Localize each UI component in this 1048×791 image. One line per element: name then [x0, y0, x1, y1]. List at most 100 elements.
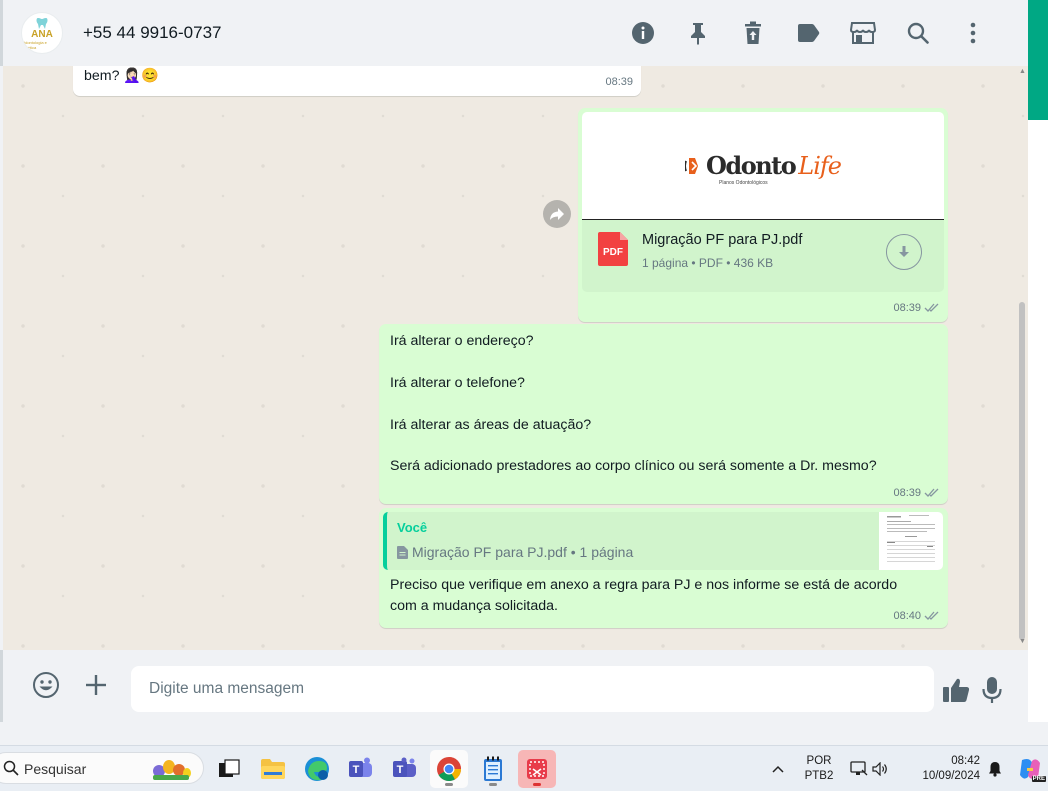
document-meta: 1 página • PDF • 436 KB — [642, 256, 774, 270]
task-view-icon — [219, 759, 240, 777]
taskbar-teams-work[interactable]: T — [342, 750, 380, 788]
taskbar-notepad[interactable] — [474, 750, 512, 788]
language-code: POR — [806, 755, 832, 767]
message-text: bem? 🤦🏻‍♀️😊 — [84, 68, 159, 84]
chat-area[interactable]: bem? 🤦🏻‍♀️😊 08:39 Odonto Life Planos Odon… — [3, 66, 1028, 650]
document-preview[interactable]: Odonto Life Planos Odontológicos — [582, 112, 944, 220]
taskbar-search-label: Pesquisar — [24, 761, 87, 777]
running-indicator — [533, 783, 541, 786]
quote-author: Você — [397, 520, 428, 535]
tooth-icon — [36, 18, 48, 29]
document-info[interactable]: PDF Migração PF para PJ.pdf 1 página • P… — [582, 220, 944, 292]
thumbs-up-button[interactable] — [940, 674, 972, 706]
clock-date: 10/09/2024 — [922, 770, 980, 782]
message-text: Irá alterar o endereço? Irá alterar o te… — [390, 333, 877, 475]
clock[interactable]: 08:42 10/09/2024 — [914, 754, 980, 784]
notepad-icon — [484, 756, 502, 781]
attach-button[interactable] — [81, 670, 111, 700]
volume-icon[interactable] — [872, 762, 888, 776]
download-button[interactable] — [886, 234, 922, 270]
message-time-text: 08:39 — [893, 302, 921, 314]
snipping-tool-icon — [527, 759, 547, 779]
scroll-down-arrow[interactable]: ▼ — [1019, 638, 1026, 645]
folder-icon — [261, 759, 285, 779]
forward-button[interactable] — [543, 200, 571, 228]
chat-scrollbar[interactable] — [1019, 302, 1025, 640]
taskbar-snipping-tool[interactable] — [518, 750, 556, 788]
quote-text: Migração PF para PJ.pdf • 1 página — [412, 544, 634, 560]
quote-thumbnail — [879, 512, 943, 570]
quoted-message[interactable]: Você Migração PF para PJ.pdf • 1 página — [383, 512, 943, 570]
double-check-icon — [924, 488, 939, 497]
taskbar: Pesquisar T T POR PTB2 08:42 10/09/2024 … — [0, 745, 1048, 791]
forward-icon — [550, 208, 564, 220]
flowers-icon — [153, 760, 191, 780]
taskbar-teams[interactable]: T — [386, 750, 424, 788]
message-document[interactable]: Odonto Life Planos Odontológicos PDF Migr… — [578, 108, 948, 322]
logo-text-life: Life — [798, 151, 842, 180]
input-language[interactable]: POR PTB2 — [802, 754, 836, 784]
odontolife-logo: Odonto Life — [685, 151, 842, 180]
message-outgoing[interactable]: Irá alterar o endereço? Irá alterar o te… — [379, 324, 948, 504]
message-text: Preciso que verifique em anexo a regra p… — [390, 577, 898, 614]
taskbar-search[interactable]: Pesquisar — [0, 752, 204, 784]
message-time: 08:40 — [893, 610, 940, 622]
store-icon[interactable] — [835, 18, 890, 48]
clock-time: 08:42 — [951, 755, 980, 767]
thumbs-up-icon — [943, 678, 970, 702]
info-icon[interactable] — [615, 18, 670, 48]
logo-mark-icon — [685, 157, 699, 174]
taskbar-chrome[interactable] — [430, 750, 468, 788]
message-time: 08:39 — [893, 487, 940, 499]
message-time-text: 08:40 — [893, 610, 921, 622]
download-icon — [899, 246, 909, 257]
window-edge-panel — [1028, 120, 1048, 722]
menu-icon[interactable] — [945, 18, 1000, 48]
running-indicator — [445, 783, 453, 786]
microphone-icon — [982, 677, 1002, 703]
keyboard-layout: PTB2 — [804, 770, 834, 782]
message-incoming[interactable]: bem? 🤦🏻‍♀️😊 08:39 — [73, 66, 641, 96]
header-actions — [615, 18, 1000, 48]
voice-button[interactable] — [979, 674, 1005, 706]
copilot-icon[interactable]: PRE — [1018, 757, 1046, 782]
edge-icon — [305, 757, 329, 781]
tray-overflow-chevron-icon[interactable] — [768, 760, 788, 778]
taskbar-edge[interactable] — [298, 750, 336, 788]
label-icon[interactable] — [780, 18, 835, 48]
pdf-icon: PDF — [598, 232, 628, 266]
message-time-text: 08:39 — [893, 487, 921, 499]
avatar[interactable]: ANA Odontologia e Estética — [21, 12, 63, 54]
avatar-text: ANA — [31, 29, 53, 40]
scroll-up-arrow[interactable]: ▲ — [1019, 68, 1026, 75]
emoji-button[interactable] — [31, 670, 61, 700]
delete-icon[interactable] — [725, 18, 780, 48]
message-time: 08:39 — [605, 76, 633, 88]
contact-name[interactable]: +55 44 9916-0737 — [83, 23, 222, 43]
teams-classic-icon: T — [393, 757, 416, 777]
message-time-text: 08:39 — [605, 76, 633, 88]
network-icon[interactable] — [850, 761, 868, 777]
running-indicator — [489, 783, 497, 786]
double-check-icon — [924, 611, 939, 620]
message-input[interactable] — [131, 666, 934, 712]
plus-icon — [86, 675, 106, 695]
notification-bell-icon[interactable] — [988, 761, 1002, 777]
copilot-preview-badge: PRE — [1031, 776, 1046, 782]
double-check-icon — [924, 303, 939, 312]
logo-subtitle: Planos Odontológicos — [719, 180, 768, 186]
message-reply[interactable]: Você Migração PF para PJ.pdf • 1 página — [379, 508, 948, 628]
taskbar-task-view[interactable] — [210, 750, 248, 788]
pin-icon[interactable] — [670, 18, 725, 48]
window-edge — [1028, 0, 1048, 722]
taskbar-file-explorer[interactable] — [254, 750, 292, 788]
message-time: 08:39 — [893, 302, 940, 314]
svg-text:T: T — [353, 764, 360, 776]
document-name: Migração PF para PJ.pdf — [642, 232, 803, 248]
search-icon — [3, 760, 19, 776]
chrome-icon — [437, 757, 461, 782]
avatar-subtext: Odontologia e Estética — [22, 40, 47, 50]
quote-text-row: Migração PF para PJ.pdf • 1 página — [397, 544, 633, 560]
search-icon[interactable] — [890, 18, 945, 48]
system-tray: POR PTB2 08:42 10/09/2024 PRE — [768, 746, 1046, 791]
